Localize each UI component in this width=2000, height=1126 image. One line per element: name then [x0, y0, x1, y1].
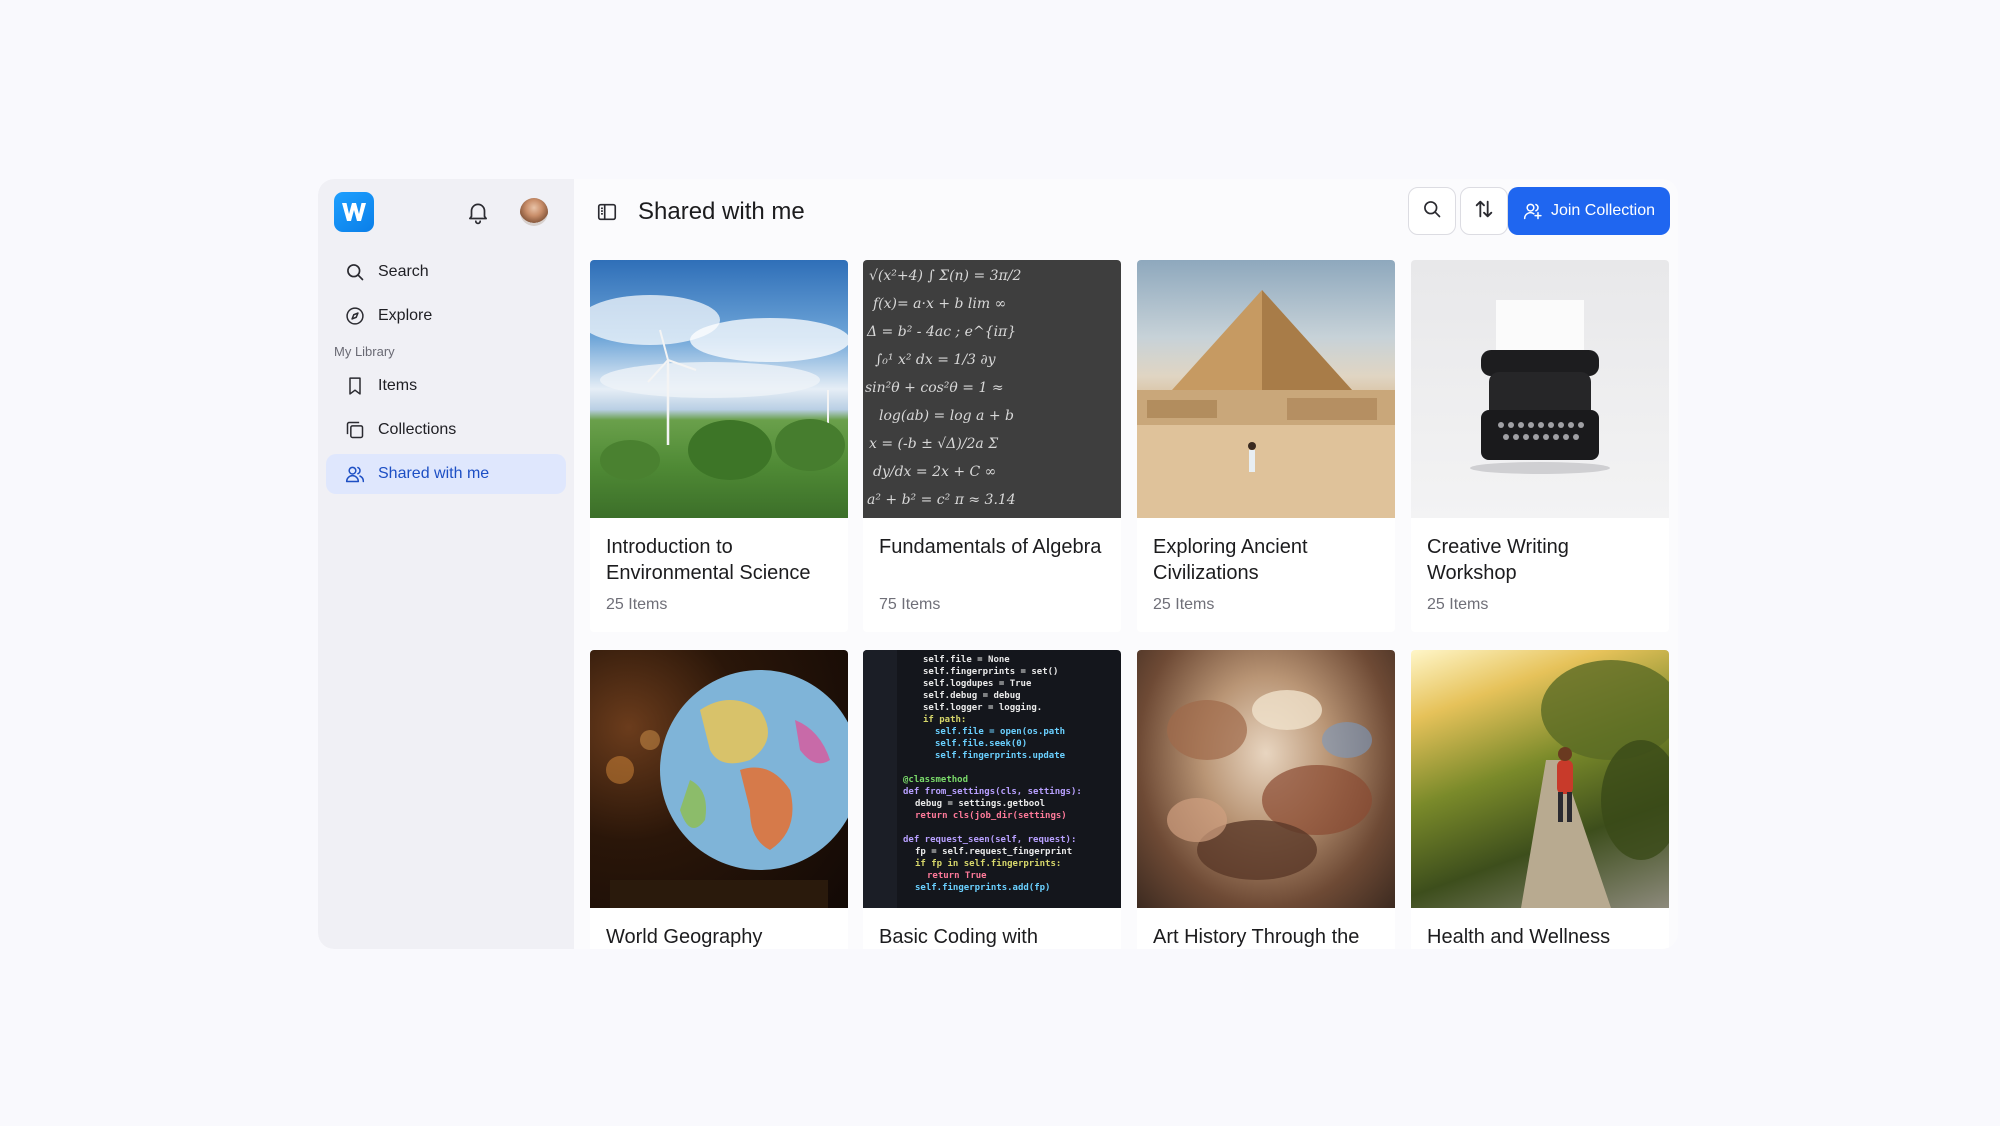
join-collection-button[interactable]: Join Collection [1508, 187, 1670, 235]
sidebar-item-label: Items [378, 377, 418, 394]
bell-icon[interactable] [465, 199, 491, 225]
chalkboard-equations-image: √(x²+4) ∫ Σ(n) = 3π/2 f(x)= a·x + b lim … [863, 260, 1121, 518]
sidebar-item-collections[interactable]: Collections [326, 410, 566, 450]
svg-text:log(ab) = log a + b: log(ab) = log a + b [879, 408, 1014, 424]
card-title: Health and Wellness [1427, 926, 1611, 948]
section-label-my-library: My Library [334, 344, 395, 359]
svg-text:dy/dx = 2x + C ∞: dy/dx = 2x + C ∞ [873, 464, 996, 480]
wind-turbines-image [590, 260, 848, 518]
svg-text:sin²θ + cos²θ = 1 ≈: sin²θ + cos²θ = 1 ≈ [865, 380, 1004, 396]
users-plus-icon [1523, 203, 1542, 220]
card-title: Basic Coding with [879, 926, 1038, 948]
join-collection-label: Join Collection [1550, 202, 1656, 219]
svg-text:f(x)= a·x + b lim ∞: f(x)= a·x + b lim ∞ [872, 296, 1006, 312]
compass-icon [344, 305, 366, 327]
baroque-painting-image [1137, 650, 1395, 908]
card-title: Fundamentals of Algebra [879, 536, 1102, 558]
sidebar-item-label: Explore [378, 307, 433, 324]
sidebar: Search Explore My Library Items Collecti… [318, 179, 574, 949]
sidebar-item-items[interactable]: Items [326, 366, 566, 406]
svg-text:∫₀¹ x² dx = 1/3 ∂y: ∫₀¹ x² dx = 1/3 ∂y [875, 352, 997, 368]
svg-text:self.fingerprints = set(): self.fingerprints = set() [923, 666, 1058, 677]
sidebar-item-label: Collections [378, 421, 457, 438]
svg-text:Δ = b² - 4ac ; e^{iπ}: Δ = b² - 4ac ; e^{iπ} [866, 324, 1016, 340]
svg-text:return True: return True [927, 871, 987, 881]
collection-card[interactable]: √(x²+4) ∫ Σ(n) = 3π/2 f(x)= a·x + b lim … [863, 260, 1121, 632]
collection-card[interactable]: World Geography [590, 650, 848, 949]
card-item-count: 25 Items [1153, 596, 1215, 613]
svg-text:self.logdupes = True: self.logdupes = True [923, 679, 1032, 689]
sidebar-item-explore[interactable]: Explore [326, 296, 566, 336]
svg-text:return cls(job_dir(settings): return cls(job_dir(settings) [915, 810, 1067, 821]
svg-text:debug = settings.getbool: debug = settings.getbool [915, 798, 1045, 809]
collection-card[interactable]: Creative Writing Workshop 25 Items [1411, 260, 1669, 632]
collection-card[interactable]: Introduction to Environmental Science 25… [590, 260, 848, 632]
svg-text:self.debug = debug: self.debug = debug [923, 691, 1021, 701]
card-item-count: 25 Items [1427, 596, 1489, 613]
card-title: Exploring Ancient Civilizations [1153, 536, 1308, 584]
collection-card[interactable]: Exploring Ancient Civilizations 25 Items [1137, 260, 1395, 632]
avatar[interactable] [520, 198, 548, 226]
svg-text:self.fingerprints.add(fp): self.fingerprints.add(fp) [915, 882, 1050, 893]
park-runner-image [1411, 650, 1669, 908]
globe-image [590, 650, 848, 908]
search-icon [1422, 199, 1442, 224]
search-icon [344, 261, 366, 283]
svg-text:if path:: if path: [923, 714, 966, 725]
users-icon [344, 463, 366, 485]
svg-text:√(x²+4) ∫ Σ(n) = 3π/2: √(x²+4) ∫ Σ(n) = 3π/2 [869, 268, 1021, 284]
svg-text:@classmethod: @classmethod [903, 775, 968, 785]
svg-text:x = (-b ± √Δ)/2a Σ: x = (-b ± √Δ)/2a Σ [869, 436, 998, 452]
sidebar-toggle-icon[interactable] [596, 201, 618, 223]
card-title: Introduction to Environmental Science [606, 536, 811, 584]
collection-card[interactable]: self.file = None self.fingerprints = set… [863, 650, 1121, 949]
card-item-count: 25 Items [606, 596, 668, 613]
svg-text:fp = self.request_fingerprint: fp = self.request_fingerprint [915, 846, 1072, 857]
app-window: Search Explore My Library Items Collecti… [318, 179, 1678, 949]
card-title: Art History Through the [1153, 926, 1360, 948]
main-content: Shared with me Join Collection Introduct… [574, 179, 1678, 949]
collection-card[interactable]: Art History Through the [1137, 650, 1395, 949]
card-title: World Geography [606, 926, 763, 948]
bookmark-icon [344, 375, 366, 397]
svg-text:def request_seen(self, request: def request_seen(self, request): [903, 835, 1076, 845]
collection-card[interactable]: Health and Wellness [1411, 650, 1669, 949]
search-button[interactable] [1408, 187, 1456, 235]
pyramid-image [1137, 260, 1395, 518]
sidebar-item-label: Search [378, 263, 429, 280]
svg-text:def from_settings(cls, setting: def from_settings(cls, settings): [903, 786, 1082, 797]
svg-text:if fp in self.fingerprints:: if fp in self.fingerprints: [915, 858, 1061, 869]
sidebar-item-shared-with-me[interactable]: Shared with me [326, 454, 566, 494]
sidebar-item-label: Shared with me [378, 465, 490, 482]
svg-text:self.file.seek(0): self.file.seek(0) [935, 738, 1027, 749]
typewriter-image [1411, 260, 1669, 518]
collections-icon [344, 419, 366, 441]
svg-text:self.logger = logging.: self.logger = logging. [923, 702, 1042, 713]
card-title: Creative Writing Workshop [1427, 536, 1569, 584]
app-logo[interactable] [334, 192, 374, 232]
page-title: Shared with me [638, 198, 805, 225]
code-screen-image: self.file = None self.fingerprints = set… [863, 650, 1121, 908]
svg-text:self.file = None: self.file = None [923, 654, 1010, 665]
sort-arrows-icon [1473, 198, 1495, 225]
sort-button[interactable] [1460, 187, 1508, 235]
logo-w-icon [342, 203, 366, 221]
card-item-count: 75 Items [879, 596, 941, 613]
svg-text:self.fingerprints.update: self.fingerprints.update [935, 750, 1066, 761]
svg-text:self.file = open(os.path: self.file = open(os.path [935, 726, 1065, 737]
sidebar-item-search[interactable]: Search [326, 252, 566, 292]
svg-text:a² + b² = c² π ≈ 3.14: a² + b² = c² π ≈ 3.14 [867, 492, 1016, 508]
